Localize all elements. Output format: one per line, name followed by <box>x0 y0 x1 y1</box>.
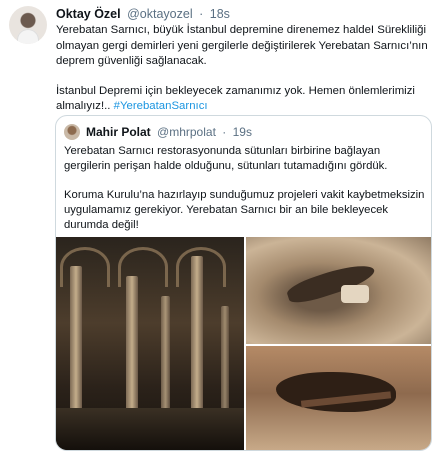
tweet-paragraph-2-text: İstanbul Depremi için bekleyecek zamanım… <box>56 84 415 113</box>
tweet-paragraph-2: İstanbul Depremi için bekleyecek zamanım… <box>56 84 428 115</box>
corroded-tie-rod-photo[interactable] <box>246 346 431 450</box>
quoted-author-handle[interactable]: @mhrpolat <box>157 125 216 139</box>
author-handle[interactable]: @oktayozel <box>127 7 193 21</box>
quoted-text: Yerebatan Sarnıcı restorasyonunda sütunl… <box>64 144 426 233</box>
separator: · <box>199 7 204 21</box>
tweet-text: Yerebatan Sarnıcı, büyük İstanbul deprem… <box>56 23 428 115</box>
quoted-separator: · <box>222 125 227 139</box>
quoted-paragraph-2: Koruma Kurulu’na hazırlayıp sunduğumuz p… <box>64 189 425 231</box>
tweet-time[interactable]: 18s <box>210 7 230 21</box>
quoted-paragraph-1: Yerebatan Sarnıcı restorasyonunda sütunl… <box>64 145 388 172</box>
media-grid <box>56 237 431 450</box>
tweet-header: Oktay Özel @oktayozel · 18s <box>56 7 230 21</box>
avatar[interactable] <box>9 6 47 44</box>
quoted-tweet[interactable]: Mahir Polat @mhrpolat · 19s Yerebatan Sa… <box>55 115 432 451</box>
author-name[interactable]: Oktay Özel <box>56 7 121 21</box>
tweet-paragraph-1: Yerebatan Sarnıcı, büyük İstanbul deprem… <box>56 24 428 67</box>
quoted-author-name[interactable]: Mahir Polat <box>86 125 151 139</box>
cistern-columns-photo[interactable] <box>56 237 244 450</box>
hashtag-link[interactable]: #YerebatanSarnıcı <box>114 100 208 112</box>
damaged-stone-photo[interactable] <box>246 237 431 344</box>
quoted-time[interactable]: 19s <box>233 125 252 139</box>
tweet: Oktay Özel @oktayozel · 18s Yerebatan Sa… <box>0 0 440 454</box>
quoted-header: Mahir Polat @mhrpolat · 19s <box>86 125 252 139</box>
quoted-avatar[interactable] <box>64 124 80 140</box>
